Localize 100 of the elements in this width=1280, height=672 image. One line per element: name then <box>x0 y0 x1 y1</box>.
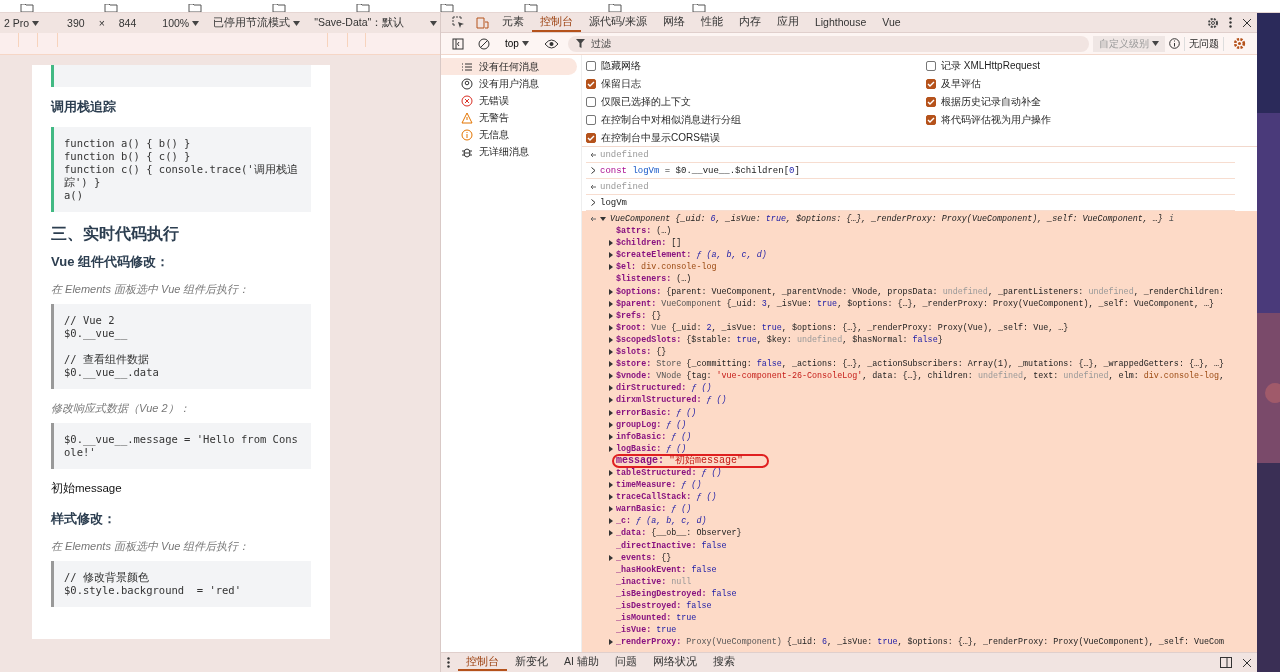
bookmark-folder-icon[interactable] <box>356 4 370 12</box>
setting-label: 隐藏网络 <box>601 59 641 73</box>
save-data-dropdown[interactable]: "Save-Data"：默认 <box>314 16 438 30</box>
checkbox[interactable] <box>586 133 596 143</box>
setting-label: 仅限已选择的上下文 <box>601 95 691 109</box>
object-property: $listeners: (…) <box>616 273 692 286</box>
filter-label: 没有用户消息 <box>479 76 539 91</box>
zoom-dropdown[interactable]: 100% <box>162 17 200 29</box>
object-property: _isVue: true <box>616 624 677 637</box>
collapsed-triangle-icon[interactable] <box>608 554 614 561</box>
bookmark-folder-icon[interactable] <box>440 4 454 12</box>
filter-field[interactable]: 过滤 <box>567 35 1089 52</box>
result-text: undefined <box>600 181 649 192</box>
drawer-tab[interactable]: 搜索 <box>704 654 743 671</box>
times-sign: × <box>98 17 105 29</box>
message-filter-item[interactable]: 无详细消息 <box>441 143 577 160</box>
context-dropdown[interactable]: top <box>499 38 535 49</box>
expanded-triangle-icon[interactable] <box>600 216 606 223</box>
panel-tab[interactable]: 网络 <box>654 13 693 32</box>
code-block: // 修改背景颜色 $0.style.background = 'red' <box>51 561 311 607</box>
result-arrow-icon <box>590 183 596 190</box>
checkbox[interactable] <box>586 79 596 89</box>
section-heading: 调用栈追踪 <box>51 99 117 115</box>
input-text: logVm <box>600 197 627 208</box>
checkbox[interactable] <box>586 115 596 125</box>
output-text: 初始message <box>51 481 123 495</box>
object-property: errorBasic: ƒ () <box>616 406 697 419</box>
object-summary[interactable]: VueComponent {_uid: 6, _isVue: true, $options: {…}, _renderProxy: Proxy(VueComponent), _self: VueComponent, …} <box>610 213 1163 226</box>
message-filter-item[interactable]: 无信息 <box>441 126 577 143</box>
checkbox[interactable] <box>926 79 936 89</box>
height-field[interactable]: 844 <box>118 17 137 29</box>
throttling-dropdown[interactable]: 已停用节流模式 <box>213 16 301 30</box>
setting-label: 在控制台中对相似消息进行分组 <box>601 113 741 127</box>
object-property: $vnode: VNode {tag: 'vue-component-26-ConsoleLog', data: {…}, children: undefined, text: undefined, elm: div.console-log, <box>616 370 1225 383</box>
panel-tab[interactable]: 源代码/来源 <box>581 13 655 32</box>
object-property: $slots: {} <box>616 346 667 359</box>
note-text: 在 Elements 面板选中 Vue 组件后执行： <box>51 539 251 553</box>
result-arrow-icon <box>590 151 596 158</box>
bookmark-folder-icon[interactable] <box>104 4 118 12</box>
object-property: timeMeasure: ƒ () <box>616 479 702 492</box>
drawer-tab[interactable]: 控制台 <box>458 654 507 671</box>
caret-icon <box>521 41 529 46</box>
message-filter-item[interactable]: 没有用户消息 <box>441 75 577 92</box>
object-property: $children: [] <box>616 237 682 250</box>
filter-input[interactable]: 过滤 <box>588 37 1081 50</box>
drawer-tab[interactable]: 问题 <box>606 654 645 671</box>
info-icon <box>1169 38 1180 49</box>
warning-icon <box>461 111 473 124</box>
panel-tab[interactable]: 元素 <box>494 13 532 32</box>
note-text: 修改响应式数据（Vue 2）： <box>51 401 191 415</box>
issues-count[interactable]: 无问题 <box>1184 36 1224 51</box>
width-field[interactable]: 390 <box>67 17 85 29</box>
result-arrow-icon <box>590 216 596 223</box>
device-dropdown[interactable]: 2 Pro <box>4 17 40 29</box>
setting-label: 保留日志 <box>601 77 641 91</box>
filter-label: 无信息 <box>479 127 509 142</box>
setting-label: 根据历史记录自动补全 <box>941 95 1041 109</box>
setting-label: 及早评估 <box>941 77 981 91</box>
drawer-tab[interactable]: AI 辅助 <box>556 654 607 671</box>
note-text: 在 Elements 面板选中 Vue 组件后执行： <box>51 282 251 296</box>
filter-label: 无错误 <box>479 93 509 108</box>
drawer-tab[interactable]: 网络状况 <box>644 654 705 671</box>
object-property: _hasHookEvent: false <box>616 563 717 576</box>
panel-tab[interactable]: 内存 <box>730 13 769 32</box>
drawer-tab[interactable]: 新变化 <box>507 654 556 671</box>
panel-tab[interactable]: Lighthouse <box>806 13 875 32</box>
object-property: _isBeingDestroyed: false <box>616 587 737 600</box>
message-filter-item[interactable]: 无警告 <box>441 109 577 126</box>
object-property: $createElement: ƒ (a, b, c, d) <box>616 249 767 262</box>
input-prompt-icon <box>590 167 596 174</box>
caret-icon <box>32 20 40 26</box>
info-badge[interactable]: i <box>1168 213 1174 226</box>
caret-icon <box>293 20 301 26</box>
code-block: // Vue 2 $0.__vue__ // 查看组件数据 $0.__vue__.data <box>51 304 311 389</box>
input-text: const logVm = $0.__vue__.$children[0] <box>600 165 800 176</box>
bookmark-folder-icon[interactable] <box>272 4 286 12</box>
object-property: tableStructured: ƒ () <box>616 466 722 480</box>
object-property: dirStructured: ƒ () <box>616 382 712 395</box>
code-block: $0.__vue__.message = 'Hello from Console!' <box>51 423 311 469</box>
object-property: _inactive: null <box>616 575 692 588</box>
checkbox[interactable] <box>926 97 936 107</box>
bookmark-folder-icon[interactable] <box>188 4 202 12</box>
panel-tab[interactable]: Vue <box>874 13 909 32</box>
bookmark-folder-icon[interactable] <box>20 4 34 12</box>
message-filter-item[interactable]: 无错误 <box>441 92 577 109</box>
bookmark-folder-icon[interactable] <box>524 4 538 12</box>
checkbox[interactable] <box>586 61 596 71</box>
panel-tab[interactable]: 性能 <box>692 13 731 32</box>
checkbox[interactable] <box>586 97 596 107</box>
bookmark-folder-icon[interactable] <box>608 4 622 12</box>
panel-tab[interactable]: 应用 <box>768 13 807 32</box>
collapsed-triangle-icon[interactable] <box>608 639 614 646</box>
bookmark-folder-icon[interactable] <box>692 4 706 12</box>
chapter-heading: 三、实时代码执行 <box>51 224 180 244</box>
message-filter-item[interactable]: 没有任何消息 <box>441 58 577 75</box>
checkbox[interactable] <box>926 61 936 71</box>
object-property: warnBasic: ƒ () <box>616 503 692 516</box>
more-icon[interactable] <box>447 657 450 668</box>
caret-icon <box>192 20 200 26</box>
checkbox[interactable] <box>926 115 936 125</box>
